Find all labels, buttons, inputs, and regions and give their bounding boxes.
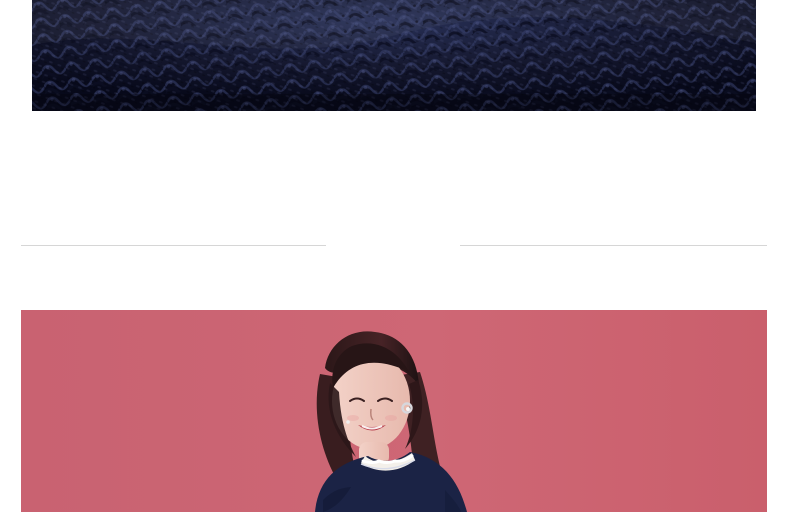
fabric-detail-image xyxy=(32,0,756,111)
product-detail-page xyxy=(0,0,790,512)
section-divider-right xyxy=(460,245,767,246)
smiling-model-illustration xyxy=(21,310,767,512)
navy-knit-texture xyxy=(32,0,756,111)
section-divider-left xyxy=(21,245,326,246)
model-photo xyxy=(21,310,767,512)
